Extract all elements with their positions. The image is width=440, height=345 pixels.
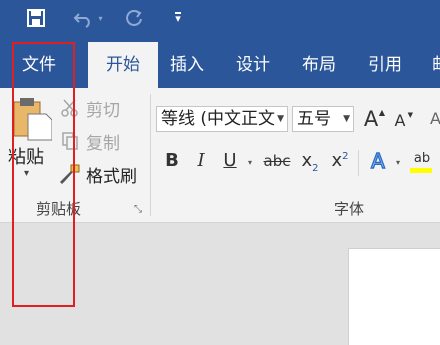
highlight-color-bar [410,168,432,173]
font-size-dropdown-icon[interactable]: ▼ [343,107,350,131]
subscript-mark: 2 [312,163,319,174]
tab-home[interactable]: 开始 [88,42,158,88]
underline-button[interactable]: U [218,148,242,174]
group-divider [150,94,151,216]
superscript-button[interactable]: x2 [328,148,352,174]
undo-icon [74,13,91,28]
font-divider [358,150,359,176]
superscript-mark: 2 [342,151,349,162]
change-case-button[interactable]: Aa [430,106,440,132]
tab-references[interactable]: 引用 [366,42,404,88]
copy-label: 复制 [86,133,120,154]
grow-font-button[interactable]: A ▲ [360,106,385,132]
customize-quick-access-button[interactable]: ▾ [168,4,188,32]
tab-layout[interactable]: 布局 [300,42,338,88]
font-name-value: 等线 (中文正文 [161,109,276,129]
text-highlight-button[interactable]: ab [408,146,436,173]
text-effects-button[interactable]: A [366,148,390,174]
underline-dropdown-icon[interactable]: ▾ [248,158,252,167]
save-button[interactable] [22,4,50,32]
shrink-font-icon: A [394,111,406,130]
change-case-icon: Aa [430,109,440,128]
font-size-combobox[interactable]: 五号 ▼ [292,106,354,132]
text-effects-dropdown-icon[interactable]: ▾ [396,158,400,167]
tab-mailings[interactable]: 邮 [430,42,440,88]
annotation-highlight-box [12,42,75,307]
subscript-button[interactable]: x2 [298,148,322,174]
superscript-x: x [331,150,343,171]
shrink-font-button[interactable]: A ▼ [390,108,413,134]
tab-design[interactable]: 设计 [234,42,272,88]
font-name-dropdown-icon[interactable]: ▼ [277,107,284,131]
clipboard-dialog-launcher-icon[interactable]: ⤡ [134,204,142,215]
grow-font-icon: A [363,107,379,131]
font-name-combobox[interactable]: 等线 (中文正文 ▼ [156,106,288,132]
redo-button[interactable] [118,4,150,32]
undo-dropdown-icon[interactable]: ▾ [98,14,102,23]
undo-button[interactable]: ▾ [66,4,110,32]
grow-arrow-icon: ▲ [378,108,385,117]
customize-icon: ▾ [175,12,181,25]
font-size-value: 五号 [297,109,331,129]
bold-button[interactable]: B [160,148,184,174]
shrink-arrow-icon: ▼ [407,111,413,119]
save-icon [27,9,45,27]
document-page[interactable] [348,248,440,345]
italic-button[interactable]: I [190,148,212,174]
cut-label: 剪切 [86,100,120,121]
format-painter-label: 格式刷 [86,166,137,187]
font-group-label: 字体 [334,200,365,218]
title-bar: ▾ ▾ [0,0,440,42]
strikethrough-button[interactable]: abc [262,148,292,174]
highlight-icon: ab [413,151,431,166]
subscript-x: x [301,150,313,171]
redo-icon [126,10,142,26]
tab-insert[interactable]: 插入 [168,42,206,88]
